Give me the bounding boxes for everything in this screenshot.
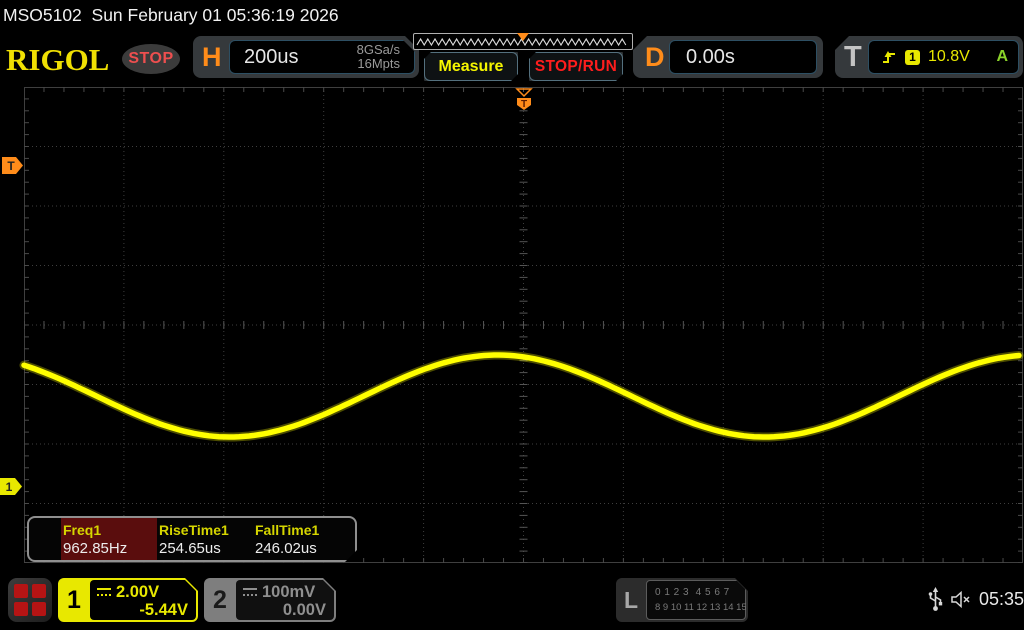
channel2-block[interactable]: 2 100mV 0.00V — [204, 578, 336, 622]
svg-text:1: 1 — [6, 480, 13, 494]
measurement-freq1[interactable]: Freq1 962.85Hz — [61, 518, 157, 560]
trigger-level-marker[interactable]: T — [1, 156, 25, 176]
delay-value: 0.00s — [670, 46, 735, 69]
channel1-number: 1 — [58, 578, 90, 622]
measurement-value: 246.02us — [255, 540, 349, 557]
menu-square — [32, 584, 46, 598]
menu-square — [14, 602, 28, 616]
menu-square — [14, 584, 28, 598]
run-state-badge: STOP — [122, 44, 180, 74]
dc-coupling-icon — [97, 588, 111, 596]
measurement-risetime1[interactable]: RiseTime1 254.65us — [157, 518, 253, 560]
measurement-label: Freq1 — [63, 522, 157, 538]
trigger-mode: A — [996, 48, 1008, 66]
speaker-muted-icon — [950, 590, 974, 609]
timebase-box[interactable]: 200us 8GSa/s 16Mpts — [229, 40, 415, 74]
trigger-position-marker[interactable]: T — [514, 88, 534, 111]
measurement-panel: Freq1 962.85Hz RiseTime1 254.65us FallTi… — [27, 516, 357, 562]
stop-run-button[interactable]: STOP/RUN — [529, 52, 623, 81]
delay-panel[interactable]: D 0.00s — [633, 36, 823, 78]
system-title: MSO5102 Sun February 01 05:36:19 2026 — [3, 5, 339, 26]
trigger-source-badge: 1 — [905, 50, 920, 65]
menu-grid-button[interactable] — [8, 578, 52, 622]
sample-rate: 8GSa/s — [357, 42, 400, 57]
measurement-value: 254.65us — [159, 540, 253, 557]
channel2-number: 2 — [204, 578, 236, 622]
trigger-panel[interactable]: T 1 10.8V A — [835, 36, 1023, 78]
logic-channel-list: 0 1 2 3 4 5 6 7 8 9 10 11 12 13 14 15 — [646, 580, 746, 620]
svg-text:T: T — [521, 99, 527, 110]
trigger-level-value: 10.8V — [928, 48, 988, 66]
trigger-label: T — [844, 36, 862, 78]
memory-depth: 16Mpts — [357, 56, 400, 71]
status-clock: 05:35 — [979, 589, 1024, 610]
rising-edge-icon — [881, 50, 897, 65]
measure-button[interactable]: Measure — [424, 52, 518, 81]
ch1-position-marker[interactable]: 1 — [0, 477, 24, 497]
svg-text:T: T — [7, 159, 15, 173]
horizontal-panel[interactable]: H 200us 8GSa/s 16Mpts — [193, 36, 419, 78]
logic-row1: 0 1 2 3 4 5 6 7 — [655, 587, 730, 598]
channel1-settings: 2.00V -5.44V — [90, 580, 196, 620]
title-bar: MSO5102 Sun February 01 05:36:19 2026 — [0, 0, 1024, 32]
usb-icon — [928, 587, 943, 612]
channel1-offset: -5.44V — [97, 601, 188, 620]
channel2-scale: 100mV — [262, 583, 315, 601]
delay-box[interactable]: 0.00s — [669, 40, 817, 74]
logic-row2: 8 9 10 11 12 13 14 15 — [655, 602, 747, 613]
menu-square — [32, 602, 46, 616]
logic-analyzer-label: L — [616, 578, 646, 622]
oscilloscope-screen: MSO5102 Sun February 01 05:36:19 2026 RI… — [0, 0, 1024, 630]
dc-coupling-icon — [243, 588, 257, 596]
channel1-scale: 2.00V — [116, 583, 159, 601]
acquisition-info: 8GSa/s 16Mpts — [357, 43, 414, 71]
measurement-falltime1[interactable]: FallTime1 246.02us — [253, 518, 349, 560]
rigol-logo: RIGOL — [6, 42, 109, 78]
measurement-value: 962.85Hz — [63, 540, 157, 557]
trigger-box[interactable]: 1 10.8V A — [868, 40, 1019, 74]
delay-label: D — [645, 36, 665, 78]
measurement-label: RiseTime1 — [159, 522, 253, 538]
horizontal-label: H — [202, 36, 222, 78]
overview-position-icon[interactable] — [517, 33, 529, 41]
waveform-display — [0, 87, 1024, 563]
ch1-waveform-glow — [24, 355, 1019, 437]
logic-analyzer-block[interactable]: L 0 1 2 3 4 5 6 7 8 9 10 11 12 13 14 15 — [616, 578, 748, 622]
timebase-value: 200us — [230, 46, 357, 69]
channel2-offset: 0.00V — [243, 601, 326, 620]
channel2-settings: 100mV 0.00V — [236, 580, 334, 620]
channel1-block[interactable]: 1 2.00V -5.44V — [58, 578, 198, 622]
measurement-label: FallTime1 — [255, 522, 349, 538]
